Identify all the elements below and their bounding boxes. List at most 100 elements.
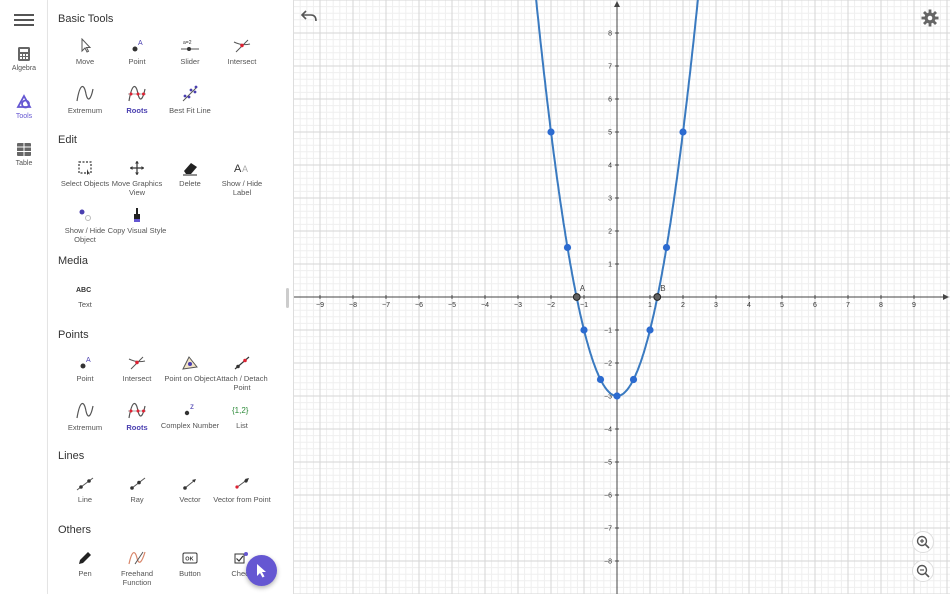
cursor-arrow-icon [257, 564, 266, 578]
tool-label: Attach / Detach Point [216, 374, 268, 392]
section-title-basic-tools: Basic Tools [58, 13, 114, 25]
tool-point[interactable]: A Point [107, 38, 167, 66]
tool-select-objects[interactable]: Select Objects [55, 160, 115, 188]
tool-show-hide-object[interactable]: Show / Hide Object [55, 207, 115, 244]
y-tick-label: 7 [608, 64, 612, 71]
y-tick-label: 2 [608, 229, 612, 236]
move-arrows-icon [130, 161, 144, 175]
table-icon [17, 143, 31, 156]
ray-icon [130, 477, 146, 490]
tool-roots-2[interactable]: Roots [107, 402, 167, 432]
root-label: B [660, 284, 665, 293]
rail-item-table[interactable]: Table [0, 142, 48, 167]
tool-ray[interactable]: Ray [107, 476, 167, 504]
y-tick-label: −2 [604, 361, 612, 368]
tool-complex-number[interactable]: z Complex Number [160, 402, 220, 430]
tool-point-on-object[interactable]: Point on Object [160, 355, 220, 383]
tool-label: Point [76, 374, 94, 383]
point-on-object-icon [182, 356, 198, 370]
menu-icon[interactable] [14, 11, 34, 27]
root-points[interactable]: AB [572, 284, 666, 301]
y-axis-arrow [614, 1, 620, 7]
curve-point[interactable] [547, 128, 555, 136]
tool-label: Freehand Function [120, 569, 154, 587]
gear-icon [921, 9, 939, 27]
x-tick-label: −6 [415, 302, 423, 309]
tool-extremum-2[interactable]: Extremum [55, 402, 115, 432]
text-icon-letters: ABC [76, 287, 91, 294]
tool-move[interactable]: Move [55, 38, 115, 66]
tool-roots[interactable]: Roots [107, 85, 167, 115]
rail-item-algebra[interactable]: Algebra [0, 46, 48, 72]
root-point[interactable] [572, 293, 581, 301]
undo-icon [300, 10, 317, 22]
y-tick-label: 6 [608, 97, 612, 104]
show-hide-object-icon [79, 209, 91, 221]
section-title-lines: Lines [58, 450, 85, 462]
tool-point-2[interactable]: A Point [55, 355, 115, 383]
curve-point[interactable] [662, 243, 671, 252]
tool-label: Show / Hide Label [221, 179, 263, 197]
x-tick-label: −9 [316, 302, 324, 309]
tool-label: Line [77, 495, 93, 504]
tool-label: Point [128, 57, 146, 66]
plot-canvas[interactable]: −9 −8 −7 −6 −5 −4 −3 −2 −1 1 2 3 4 5 6 7 8 9 8 7 6 5 4 3 2 1 −1 −2 −… [294, 0, 950, 594]
roots-icon [128, 403, 146, 419]
tool-freehand-function[interactable]: Freehand Function [107, 550, 167, 587]
extremum-icon [76, 403, 94, 419]
tool-label: Roots [126, 106, 148, 115]
section-title-edit: Edit [58, 134, 77, 146]
tool-move-graphics-view[interactable]: Move Graphics View [107, 160, 167, 197]
x-tick-label: 7 [846, 302, 850, 309]
tool-slider[interactable]: a=2 Slider [160, 38, 220, 66]
curve-point[interactable] [580, 326, 588, 334]
tool-list[interactable]: {1,2} List [212, 402, 272, 430]
tool-button[interactable]: OK Button [160, 550, 220, 578]
tool-pen[interactable]: Pen [55, 550, 115, 578]
tool-text[interactable]: ABC Text [55, 281, 115, 309]
tool-extremum[interactable]: Extremum [55, 85, 115, 115]
curve-point[interactable] [646, 326, 654, 334]
y-tick-label: −4 [604, 427, 612, 434]
rail-item-tools[interactable]: Tools [0, 94, 48, 120]
pen-icon [79, 552, 91, 564]
y-tick-label: 1 [608, 262, 612, 269]
tool-delete[interactable]: Delete [160, 160, 220, 188]
tool-vector[interactable]: Vector [160, 476, 220, 504]
y-tick-label: −5 [604, 460, 612, 467]
left-rail: Algebra Tools Table [0, 0, 48, 594]
curve-point[interactable] [679, 128, 687, 136]
tool-label: Move [75, 57, 95, 66]
tool-intersect[interactable]: Intersect [212, 38, 272, 66]
slider-icon: a=2 [181, 40, 199, 51]
vector-icon [183, 479, 196, 490]
tool-intersect-2[interactable]: Intersect [107, 355, 167, 383]
tool-vector-from-point[interactable]: Vector from Point [212, 476, 272, 504]
panel-resize-handle[interactable] [286, 288, 289, 308]
x-tick-label: −1 [580, 302, 588, 309]
y-tick-label: 4 [608, 163, 612, 170]
curve-point[interactable] [563, 243, 572, 252]
label-icon: AA [234, 163, 248, 175]
intersect-icon [233, 39, 251, 53]
tool-line[interactable]: Line [55, 476, 115, 504]
curve-point[interactable] [629, 375, 638, 384]
select-objects-icon [78, 161, 92, 175]
root-point[interactable] [653, 293, 662, 301]
zoom-in-icon [912, 531, 934, 553]
curve-point[interactable] [613, 392, 621, 400]
tool-best-fit-line[interactable]: Best Fit Line [160, 85, 220, 115]
tool-copy-visual-style[interactable]: Copy Visual Style [107, 207, 167, 235]
paintbrush-icon [134, 208, 140, 222]
tool-label: Best Fit Line [169, 106, 211, 115]
curve-point[interactable] [596, 375, 605, 384]
vector-from-point-icon [235, 478, 249, 489]
tool-attach-detach-point[interactable]: Attach / Detach Point [212, 355, 272, 392]
select-tool-fab[interactable] [246, 555, 277, 586]
zoom-out-icon [912, 560, 934, 582]
graphics-view[interactable]: −9 −8 −7 −6 −5 −4 −3 −2 −1 1 2 3 4 5 6 7 8 9 8 7 6 5 4 3 2 1 −1 −2 −… [294, 0, 950, 594]
tool-show-hide-label[interactable]: AA Show / Hide Label [212, 160, 272, 197]
y-tick-label: −6 [604, 493, 612, 500]
x-tick-label: −3 [514, 302, 522, 309]
y-tick-label: 8 [608, 31, 612, 38]
